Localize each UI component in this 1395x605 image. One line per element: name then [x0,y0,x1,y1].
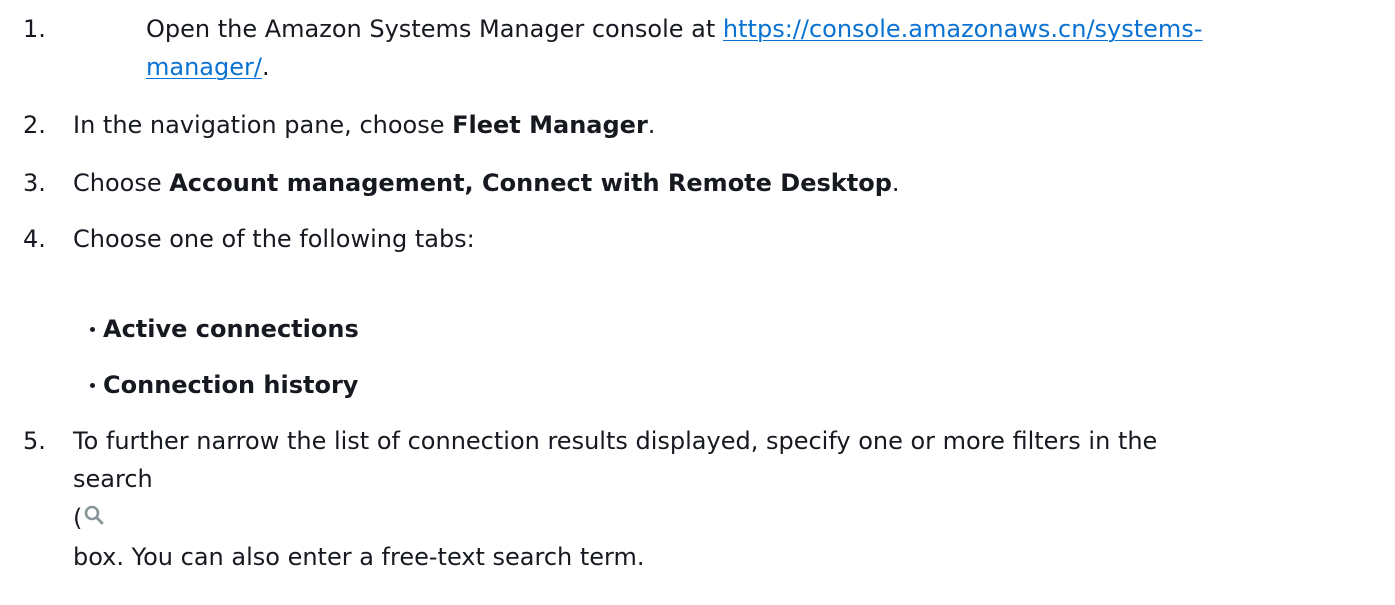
step-text: To further narrow the list of connection… [73,427,1158,455]
step-text-end: . [891,169,900,197]
step-text-end: . [261,53,270,81]
fleet-manager-label: Fleet Manager [452,111,648,139]
step-text: box. You can also enter a free-text sear… [73,543,645,571]
bullet-dot [90,383,95,388]
step-number: 5. [23,427,46,455]
tab-option-label: Connection history [103,371,359,399]
step-text: Choose [73,169,170,197]
step-number: 1. [23,15,46,43]
account-management-label: Account management, Connect with Remote … [169,169,892,197]
search-icon [84,505,104,527]
step-3: 3. Choose Account management, Connect wi… [0,164,1395,202]
tab-option-active-connections: Active connections [90,310,359,348]
step-1: 1. Open the Amazon Systems Manager conso… [0,10,1202,86]
step-text-end: . [647,111,656,139]
step-text: ( [73,504,83,532]
step-number: 2. [23,111,46,139]
step-5: 5. To further narrow the list of connect… [0,422,1395,576]
step-text: In the navigation pane, choose [73,111,453,139]
systems-manager-console-link-continued[interactable]: manager/ [146,53,262,81]
step-2: 2. In the navigation pane, choose Fleet … [0,106,1395,144]
step-4: 4. Choose one of the following tabs: [0,220,1395,258]
step-number: 3. [23,169,46,197]
tab-option-label: Active connections [103,315,359,343]
step-text: Choose one of the following tabs: [73,225,475,253]
step-number: 4. [23,225,46,253]
tab-option-connection-history: Connection history [90,366,359,404]
bullet-dot [90,327,95,332]
step-text: search [73,465,153,493]
step-text: Open the Amazon Systems Manager console … [146,15,723,43]
systems-manager-console-link[interactable]: https://console.amazonaws.cn/systems- [723,15,1203,43]
